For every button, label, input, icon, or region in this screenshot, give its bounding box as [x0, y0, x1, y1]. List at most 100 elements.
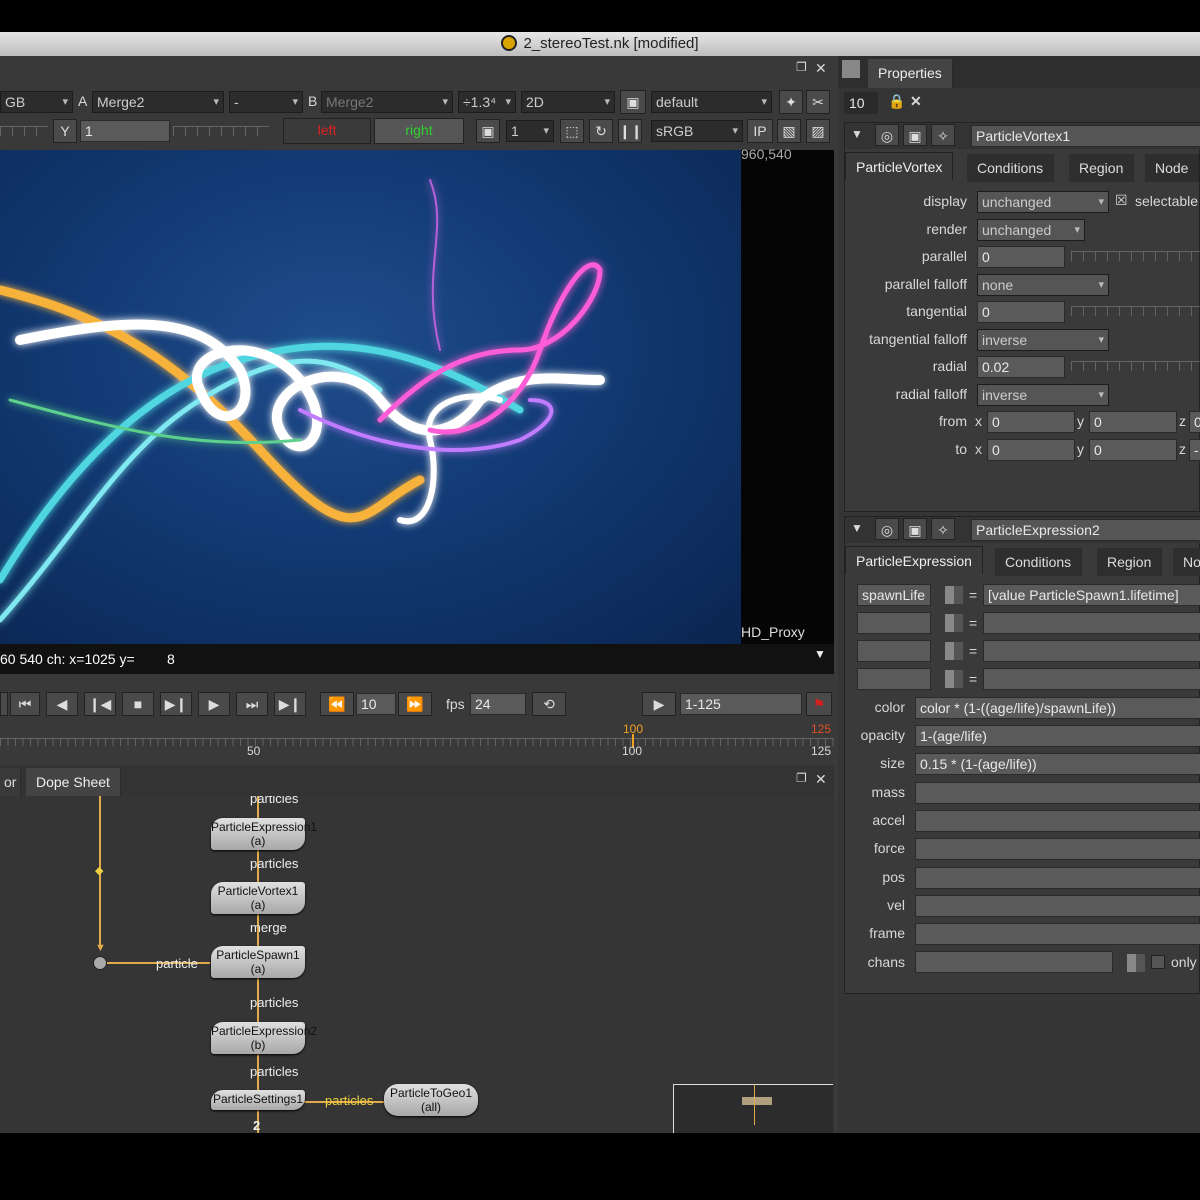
clip-warning-icon[interactable]: ▧	[777, 119, 801, 143]
tab-dope-sheet[interactable]: Dope Sheet	[26, 768, 121, 796]
proxy-icon[interactable]: ▣	[476, 119, 500, 143]
mass-expr-field[interactable]	[915, 782, 1200, 804]
vel-expr-field[interactable]	[915, 895, 1200, 917]
to-y-field[interactable]: 0	[1089, 439, 1177, 461]
selectable-checkbox-icon[interactable]: ☒	[1115, 192, 1128, 209]
play-forward-icon[interactable]: ▶❙	[160, 692, 192, 716]
node-particle-vortex-1[interactable]: ParticleVortex1 (a)	[211, 882, 305, 914]
pause-update-icon[interactable]: ✂	[806, 90, 830, 114]
to-z-field[interactable]: -	[1189, 439, 1200, 461]
close-pane-icon[interactable]: ✕	[815, 60, 827, 77]
float-pane-icon[interactable]: ❐	[796, 771, 807, 785]
out-point-marker[interactable]: 125	[811, 722, 831, 736]
tab-conditions[interactable]: Conditions	[995, 548, 1083, 576]
close-pane-icon[interactable]: ✕	[815, 771, 827, 788]
display-dropdown[interactable]: unchanged	[977, 191, 1109, 213]
right-view-button[interactable]: right	[374, 118, 464, 144]
radial-slider[interactable]	[1071, 361, 1200, 371]
graph-navigator[interactable]	[673, 1084, 833, 1133]
tab-node-graph[interactable]: or	[0, 768, 22, 796]
downscale-dropdown[interactable]: ÷1.3⁴	[458, 91, 516, 113]
play-backward-icon[interactable]: ❙◀	[84, 692, 116, 716]
next-keyframe-icon[interactable]: ⏭	[236, 692, 268, 716]
size-expr-field[interactable]: 0.15 * (1-(age/life))	[915, 753, 1200, 775]
to-x-field[interactable]: 0	[987, 439, 1075, 461]
skip-back-icon[interactable]: ⏪	[320, 692, 354, 716]
parallel-falloff-dropdown[interactable]: none	[977, 274, 1109, 296]
tab-particle-vortex[interactable]: ParticleVortex	[845, 152, 954, 180]
tangential-falloff-dropdown[interactable]: inverse	[977, 329, 1109, 351]
proxy-dropdown[interactable]: 1	[506, 120, 554, 142]
range-mode-icon[interactable]: ▶	[642, 692, 676, 716]
clear-panels-icon[interactable]: ✕	[910, 93, 922, 110]
tab-particle-expression[interactable]: ParticleExpression	[845, 546, 983, 574]
color-picker-icon[interactable]: ✧	[931, 124, 955, 146]
last-frame-icon[interactable]: ▶❙	[274, 692, 306, 716]
radial-falloff-dropdown[interactable]: inverse	[977, 384, 1109, 406]
collapse-icon[interactable]: ▼	[851, 127, 863, 141]
temp-name-field-3[interactable]	[857, 640, 931, 662]
camera-icon[interactable]: ▣	[903, 124, 927, 146]
node-particle-expression-2[interactable]: ParticleExpression2 (b)	[211, 1022, 317, 1054]
render-dropdown[interactable]: unchanged	[977, 219, 1085, 241]
temp-expr-field-4[interactable]	[983, 668, 1200, 690]
next-frame-icon[interactable]: ▶	[198, 692, 230, 716]
max-panels-field[interactable]: 10	[844, 92, 878, 114]
camera-icon[interactable]: ▣	[620, 90, 646, 114]
pos-expr-field[interactable]	[915, 867, 1200, 889]
parallel-slider[interactable]	[1071, 251, 1200, 261]
status-expand-icon[interactable]: ▼	[814, 647, 826, 661]
tab-properties[interactable]: Properties	[868, 59, 953, 88]
node-name-field[interactable]: ParticleVortex1	[971, 125, 1200, 147]
node-particle-settings-1[interactable]: ParticleSettings1	[211, 1090, 305, 1110]
float-pane-icon[interactable]: ❐	[796, 60, 807, 74]
accel-expr-field[interactable]	[915, 810, 1200, 832]
gamma-field[interactable]: 1	[80, 120, 170, 142]
tab-node[interactable]: No	[1173, 548, 1200, 576]
refresh-icon[interactable]: ↻	[589, 119, 613, 143]
ip-button[interactable]: IP	[747, 119, 773, 143]
frame-expr-field[interactable]	[915, 923, 1200, 945]
from-x-field[interactable]: 0	[987, 411, 1075, 433]
node-particle-spawn-1[interactable]: ParticleSpawn1 (a)	[211, 946, 305, 978]
chans-toggle-icon[interactable]	[1127, 954, 1145, 972]
fps-field[interactable]: 24	[470, 693, 526, 715]
temp-expr-field[interactable]: [value ParticleSpawn1.lifetime]	[983, 584, 1200, 606]
prev-keyframe-icon[interactable]: ⏮	[10, 692, 40, 716]
node-particle-expression-1[interactable]: ParticleExpression1 (a)	[211, 818, 317, 850]
stop-icon[interactable]: ■	[122, 692, 154, 716]
tab-node[interactable]: Node	[1145, 154, 1200, 182]
opacity-expr-field[interactable]: 1-(age/life)	[915, 725, 1200, 747]
dot-node[interactable]	[93, 956, 107, 970]
pane-menu-icon[interactable]	[842, 60, 860, 78]
increment-field[interactable]: 10	[356, 693, 396, 715]
node-particle-to-geo-1[interactable]: ParticleToGeo1 (all)	[384, 1084, 478, 1116]
skip-forward-icon[interactable]: ⏩	[398, 692, 432, 716]
color-picker-icon[interactable]: ✧	[931, 518, 955, 540]
temp-expr-field-2[interactable]	[983, 612, 1200, 634]
wipe-mode-dropdown[interactable]: -	[229, 91, 303, 113]
collapse-icon[interactable]: ▼	[851, 521, 863, 535]
from-y-field[interactable]: 0	[1089, 411, 1177, 433]
tangential-slider[interactable]	[1071, 306, 1200, 316]
camera-icon[interactable]: ▣	[903, 518, 927, 540]
radial-field[interactable]: 0.02	[977, 356, 1065, 378]
force-expr-field[interactable]	[915, 838, 1200, 860]
frame-range-field[interactable]: 1-125	[680, 693, 802, 715]
temp-animation-icon[interactable]	[945, 642, 963, 660]
tab-conditions[interactable]: Conditions	[967, 154, 1055, 182]
from-z-field[interactable]: 0	[1189, 411, 1200, 433]
pause-icon[interactable]: ❙❙	[618, 119, 642, 143]
exposure-slider[interactable]	[0, 126, 48, 136]
view-mode-dropdown[interactable]: 2D	[521, 91, 615, 113]
zebra-icon[interactable]: ▨	[806, 119, 830, 143]
temp-name-field-2[interactable]	[857, 612, 931, 634]
only-checkbox[interactable]	[1151, 955, 1165, 969]
gamma-slider[interactable]	[173, 126, 269, 136]
node-graph-canvas[interactable]: ▼ ◆ particles ParticleExpression1 (a) par…	[0, 796, 834, 1133]
region-icon[interactable]: ⬚	[560, 119, 584, 143]
roi-icon[interactable]: ✦	[779, 90, 803, 114]
colorspace-dropdown[interactable]: sRGB	[651, 120, 743, 142]
temp-expr-field-3[interactable]	[983, 640, 1200, 662]
channels-dropdown[interactable]: GB	[0, 91, 73, 113]
